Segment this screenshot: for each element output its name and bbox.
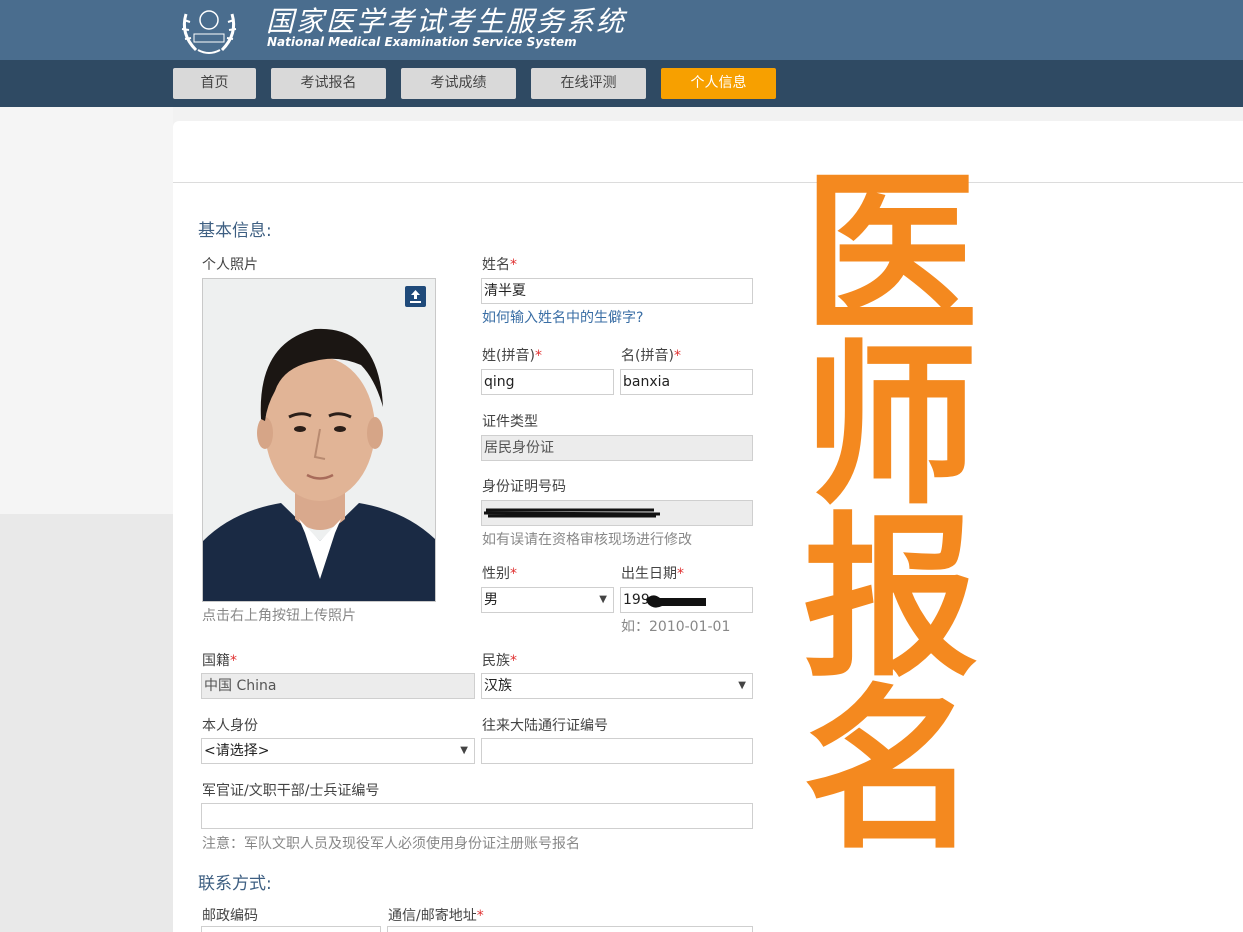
- gender-select[interactable]: 男 ▼: [481, 587, 614, 613]
- birthdate-label: 出生日期*: [621, 566, 684, 582]
- address-input[interactable]: [387, 926, 753, 932]
- id-type-field: 居民身份证: [481, 435, 753, 461]
- postcode-input[interactable]: [201, 926, 381, 932]
- military-id-label: 军官证/文职干部/士兵证编号: [202, 783, 380, 799]
- military-note: 注意：军队文职人员及现役军人必须使用身份证注册账号报名: [202, 836, 580, 852]
- nationality-label: 国籍*: [202, 653, 237, 669]
- permit-number-input[interactable]: [481, 738, 753, 764]
- id-note: 如有误请在资格审核现场进行修改: [482, 532, 692, 548]
- photo-label: 个人照片: [202, 257, 258, 273]
- tab-personal-info[interactable]: 个人信息: [661, 68, 776, 99]
- photo-hint: 点击右上角按钮上传照片: [202, 608, 356, 624]
- panel-divider: [173, 182, 1243, 183]
- surname-pinyin-input[interactable]: qing: [481, 369, 614, 395]
- given-pinyin-label: 名(拼音)*: [621, 348, 681, 364]
- name-input[interactable]: 清半夏: [481, 278, 753, 304]
- redaction-scribble: [646, 595, 706, 608]
- ethnicity-label: 民族*: [482, 653, 517, 669]
- chevron-down-icon: ▼: [599, 594, 607, 605]
- overlay-char-4: 名: [803, 670, 978, 873]
- side-background: [0, 107, 173, 514]
- upload-icon: [410, 290, 421, 303]
- redaction-scribble: [484, 508, 661, 518]
- surname-pinyin-label: 姓(拼音)*: [482, 348, 542, 364]
- site-subtitle: National Medical Examination Service Sys…: [267, 35, 577, 49]
- name-label: 姓名*: [482, 257, 517, 273]
- site-title: 国家医学考试考生服务系统: [266, 5, 627, 38]
- id-number-label: 身份证明号码: [482, 479, 566, 495]
- tab-home[interactable]: 首页: [173, 68, 256, 99]
- postcode-label: 邮政编码: [202, 908, 258, 924]
- section-basic-info: 基本信息:: [198, 221, 272, 241]
- upload-photo-button[interactable]: [405, 286, 426, 307]
- permit-label: 往来大陆通行证编号: [482, 718, 608, 734]
- tab-exam-scores[interactable]: 考试成绩: [401, 68, 516, 99]
- ethnicity-select[interactable]: 汉族 ▼: [481, 673, 753, 699]
- photo-upload-area[interactable]: [202, 278, 436, 602]
- rare-character-help-link[interactable]: 如何输入姓名中的生僻字?: [482, 307, 643, 327]
- profile-photo: [203, 279, 435, 601]
- identity-label: 本人身份: [202, 718, 258, 734]
- chevron-down-icon: ▼: [460, 745, 468, 756]
- overlay-char-1: 医: [803, 154, 978, 357]
- overlay-char-3: 报: [803, 498, 978, 701]
- id-type-label: 证件类型: [482, 414, 538, 430]
- military-id-input[interactable]: [201, 803, 753, 829]
- side-background-lower: [0, 514, 173, 932]
- birthdate-example: 如：2010-01-01: [621, 619, 731, 635]
- given-pinyin-input[interactable]: banxia: [620, 369, 753, 395]
- tab-online-assessment[interactable]: 在线评测: [531, 68, 646, 99]
- logo-emblem-icon: [181, 10, 237, 54]
- address-label: 通信/邮寄地址*: [388, 908, 484, 924]
- identity-select[interactable]: <请选择> ▼: [201, 738, 475, 764]
- overlay-char-2: 师: [803, 326, 978, 529]
- nationality-field: 中国 China: [201, 673, 475, 699]
- section-contact: 联系方式:: [198, 874, 272, 894]
- chevron-down-icon: ▼: [738, 680, 746, 691]
- gender-label: 性别*: [482, 566, 517, 582]
- tab-exam-registration[interactable]: 考试报名: [271, 68, 386, 99]
